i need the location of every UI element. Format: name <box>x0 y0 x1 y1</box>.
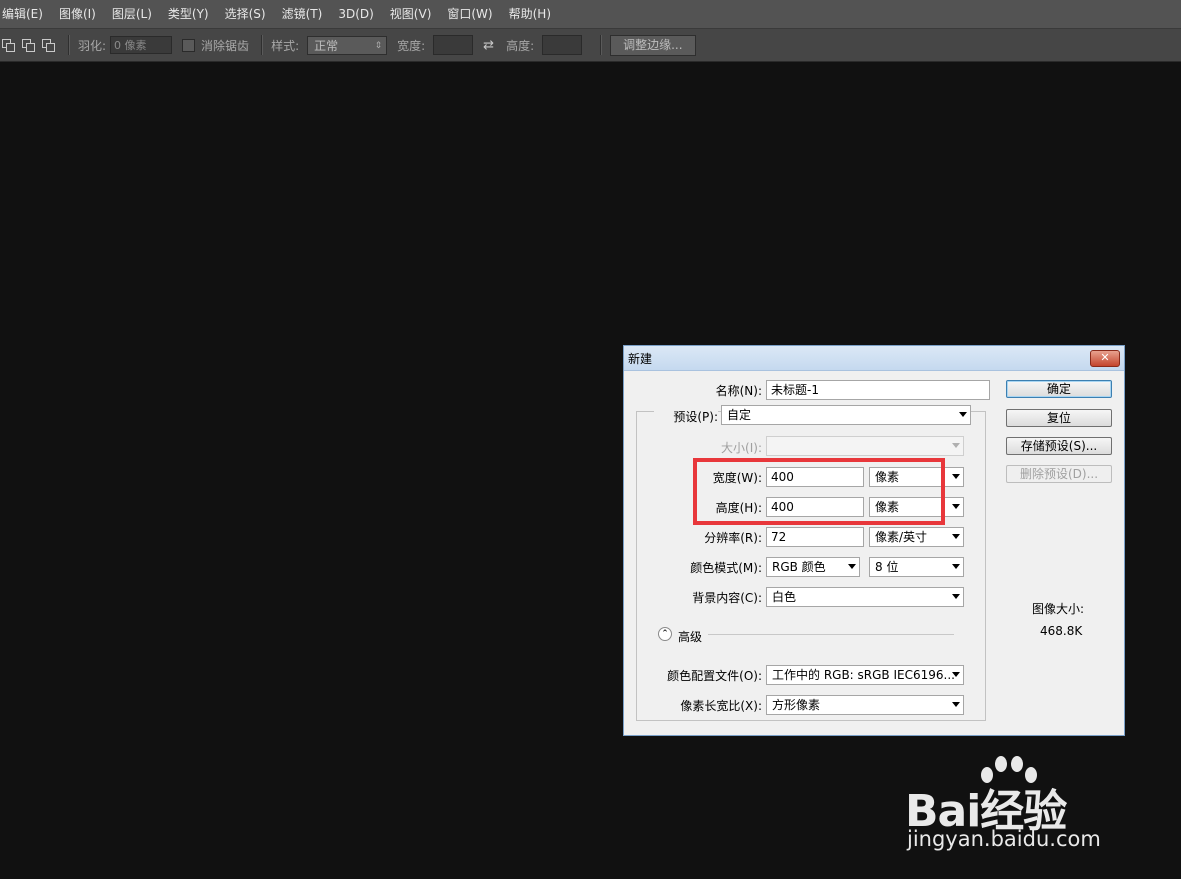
reset-button[interactable]: 复位 <box>1006 409 1112 427</box>
menu-type[interactable]: 类型(Y) <box>160 0 217 28</box>
chevron-down-icon <box>952 564 960 569</box>
style-label: 样式: <box>271 38 300 53</box>
color-mode-select[interactable]: RGB 颜色 <box>766 557 860 577</box>
menu-image[interactable]: 图像(I) <box>51 0 104 28</box>
menu-edit[interactable]: 编辑(E) <box>0 0 51 28</box>
chevron-down-icon <box>952 504 960 509</box>
menu-bar: 编辑(E) 图像(I) 图层(L) 类型(Y) 选择(S) 滤镜(T) 3D(D… <box>0 0 1181 29</box>
size-label: 大小(I): <box>721 441 762 455</box>
color-profile-select[interactable]: 工作中的 RGB: sRGB IEC6196... <box>766 665 964 685</box>
highlight-box <box>693 458 945 525</box>
chevron-down-icon <box>952 443 960 448</box>
preset-value: 自定 <box>727 408 752 422</box>
color-profile-value: 工作中的 RGB: sRGB IEC6196... <box>772 668 955 682</box>
pixel-aspect-label: 像素长宽比(X): <box>680 699 762 713</box>
menu-3d[interactable]: 3D(D) <box>330 0 381 28</box>
menu-view[interactable]: 视图(V) <box>382 0 440 28</box>
menu-layer[interactable]: 图层(L) <box>104 0 160 28</box>
pixel-aspect-select[interactable]: 方形像素 <box>766 695 964 715</box>
resolution-input[interactable]: 72 <box>766 527 864 547</box>
intersect-selection-icon[interactable] <box>42 39 55 52</box>
refine-edge-button[interactable]: 调整边缘... <box>610 34 696 56</box>
advanced-toggle-icon[interactable]: ⌃ <box>658 627 672 641</box>
delete-preset-button: 删除预设(D)... <box>1006 465 1112 483</box>
color-mode-value: RGB 颜色 <box>772 560 826 574</box>
close-button[interactable]: ✕ <box>1090 350 1120 367</box>
height-input[interactable] <box>542 35 583 55</box>
feather-input[interactable]: 0 像素 <box>110 36 173 54</box>
background-label: 背景内容(C): <box>692 591 762 605</box>
resolution-unit-value: 像素/英寸 <box>875 530 928 544</box>
menu-filter[interactable]: 滤镜(T) <box>274 0 331 28</box>
divider <box>68 35 70 55</box>
chevron-down-icon <box>952 672 960 677</box>
antialias-label: 消除锯齿 <box>201 38 250 53</box>
feather-label: 羽化: <box>78 38 107 53</box>
options-bar: 羽化: 0 像素 消除锯齿 样式: 正常 宽度: ⇄ 高度: 调整边缘... <box>0 29 1181 62</box>
bit-depth-value: 8 位 <box>875 560 899 574</box>
color-profile-label: 颜色配置文件(O): <box>667 669 762 683</box>
preset-label: 预设(P): <box>654 408 718 425</box>
height-label: 高度: <box>506 38 535 53</box>
new-document-dialog: 新建 ✕ 名称(N): 未标题-1 预设(P): 自定 大小(I): 宽度(W)… <box>623 345 1125 736</box>
menu-help[interactable]: 帮助(H) <box>501 0 559 28</box>
width-label: 宽度: <box>397 38 426 53</box>
name-input[interactable]: 未标题-1 <box>766 380 990 400</box>
add-selection-icon[interactable] <box>2 39 15 52</box>
background-value: 白色 <box>772 590 797 604</box>
color-mode-label: 颜色模式(M): <box>690 561 762 575</box>
preset-select[interactable]: 自定 <box>721 405 971 425</box>
chevron-down-icon <box>848 564 856 569</box>
width-input[interactable] <box>433 35 474 55</box>
swap-icon[interactable]: ⇄ <box>483 38 494 53</box>
resolution-label: 分辨率(R): <box>704 531 762 545</box>
dialog-titlebar[interactable]: 新建 ✕ <box>624 346 1124 371</box>
style-select[interactable]: 正常 <box>307 35 388 56</box>
image-size-value: 468.8K <box>1040 624 1083 638</box>
chevron-down-icon <box>952 702 960 707</box>
chevron-down-icon <box>952 594 960 599</box>
subtract-selection-icon[interactable] <box>22 39 35 52</box>
size-select <box>766 436 964 456</box>
menu-select[interactable]: 选择(S) <box>217 0 274 28</box>
pixel-aspect-value: 方形像素 <box>772 698 821 712</box>
bit-depth-select[interactable]: 8 位 <box>869 557 964 577</box>
divider <box>261 35 264 55</box>
chevron-down-icon <box>952 534 960 539</box>
image-size-label: 图像大小: <box>1032 602 1085 616</box>
chevron-down-icon <box>959 412 967 417</box>
divider <box>600 35 603 55</box>
ok-button[interactable]: 确定 <box>1006 380 1112 398</box>
save-preset-button[interactable]: 存储预设(S)... <box>1006 437 1112 455</box>
watermark-url: jingyan.baidu.com <box>907 827 1101 851</box>
background-select[interactable]: 白色 <box>766 587 964 607</box>
divider <box>708 634 954 635</box>
dialog-title: 新建 <box>628 352 653 366</box>
watermark: Bai经验 jingyan.baidu.com <box>905 755 1125 855</box>
antialias-checkbox[interactable] <box>182 38 196 52</box>
menu-window[interactable]: 窗口(W) <box>439 0 500 28</box>
resolution-unit-select[interactable]: 像素/英寸 <box>869 527 964 547</box>
name-label: 名称(N): <box>715 384 762 398</box>
chevron-down-icon <box>952 474 960 479</box>
advanced-label: 高级 <box>678 630 703 644</box>
